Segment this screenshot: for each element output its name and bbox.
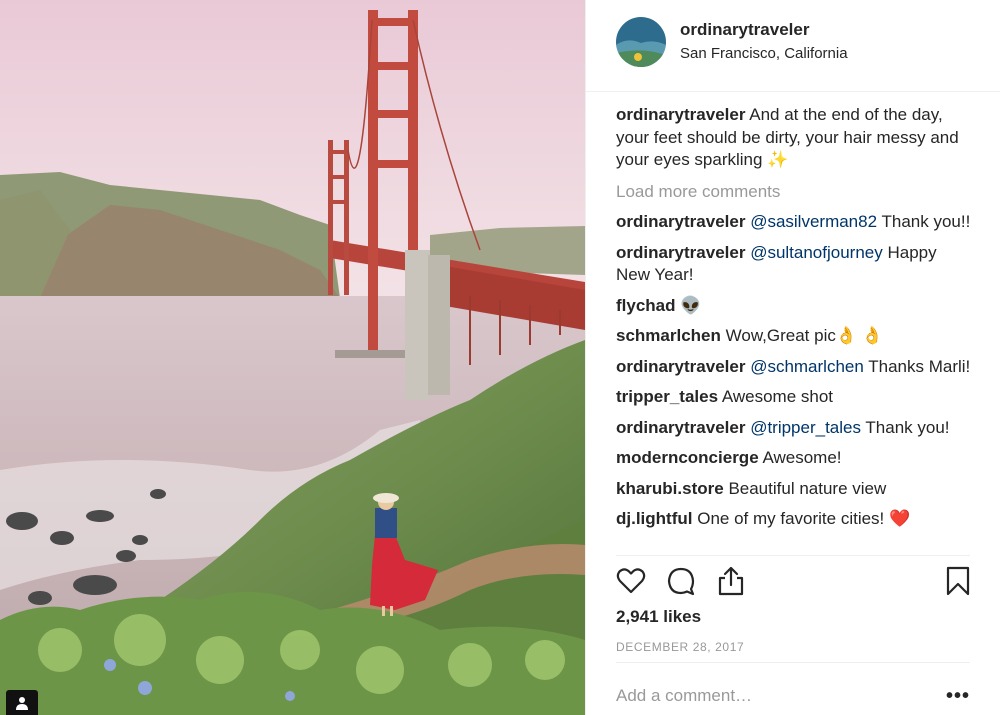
bookmark-icon[interactable] [944,566,972,601]
comment-text: Thank you! [865,417,950,437]
list-item: schmarlchen Wow,Great pic👌 👌 [616,325,974,348]
comment-text: Beautiful nature view [728,478,887,498]
list-item: kharubi.store Beautiful nature view [616,478,974,501]
comment-author[interactable]: schmarlchen [616,326,721,345]
share-icon[interactable] [716,566,746,601]
comment-author[interactable]: flychad [616,296,676,315]
post-header: ordinarytraveler San Francisco, Californ… [586,0,1000,92]
list-item: modernconcierge Awesome! [616,447,974,470]
comment-mention[interactable]: @schmarlchen [750,357,864,376]
comment-author[interactable]: modernconcierge [616,448,759,467]
avatar[interactable] [616,17,666,67]
comment-author[interactable]: tripper_tales [616,387,718,406]
comment-author[interactable]: dj.lightful [616,509,692,528]
comment-author[interactable]: ordinarytraveler [616,357,745,376]
comment-text: One of my favorite cities! ❤️ [697,509,911,528]
list-item: ordinarytraveler @sultanofjourney Happy … [616,242,974,287]
comment-author[interactable]: kharubi.store [616,479,724,498]
comment-text: Awesome shot [721,387,834,406]
comment-text: Awesome! [762,448,842,467]
user-tag-icon[interactable] [6,690,38,715]
list-item: ordinarytraveler @schmarlchen Thanks Mar… [616,356,974,379]
list-item: flychad 👽 [616,295,974,318]
post-actions-bar [616,566,974,598]
comment-mention[interactable]: @sultanofjourney [750,243,883,262]
add-comment-input[interactable] [616,686,916,706]
sparkles-emoji: ✨ [767,150,789,169]
divider [616,662,970,663]
divider [616,555,970,556]
more-options-button[interactable]: ••• [946,686,970,706]
comment-bubble-icon[interactable] [666,566,696,601]
post-side-panel: ordinarytraveler San Francisco, Californ… [585,0,1000,715]
load-more-comments-button[interactable]: Load more comments [616,181,974,204]
comment-text: Thanks Marli! [868,356,971,376]
list-item: ordinarytraveler @sasilverman82 Thank yo… [616,211,974,234]
post-location[interactable]: San Francisco, California [680,45,848,62]
post-username[interactable]: ordinarytraveler [680,20,809,40]
comment-text: Wow,Great pic👌 👌 [725,326,883,345]
heart-icon[interactable] [616,566,646,601]
post-photo[interactable] [0,0,585,715]
post-date: DECEMBER 28, 2017 [616,640,745,654]
post-caption: ordinarytraveler And at the end of the d… [616,104,974,172]
list-item: tripper_tales Awesome shot [616,386,974,409]
likes-count[interactable]: 2,941 likes [616,607,701,627]
comment-text: Thank you!! [881,212,971,231]
comment-mention[interactable]: @sasilverman82 [750,212,877,231]
comment-mention[interactable]: @tripper_tales [750,418,861,437]
comments-list: ordinarytraveler And at the end of the d… [616,104,974,552]
comment-author[interactable]: ordinarytraveler [616,212,745,231]
comment-author[interactable]: ordinarytraveler [616,243,745,262]
golden-gate-photo [0,0,585,715]
comment-author[interactable]: ordinarytraveler [616,418,745,437]
list-item: ordinarytraveler @tripper_tales Thank yo… [616,417,974,440]
list-item: dj.lightful One of my favorite cities! ❤… [616,508,974,531]
comment-author[interactable]: ordinarytraveler [616,105,745,124]
comment-text: 👽 [680,295,702,315]
